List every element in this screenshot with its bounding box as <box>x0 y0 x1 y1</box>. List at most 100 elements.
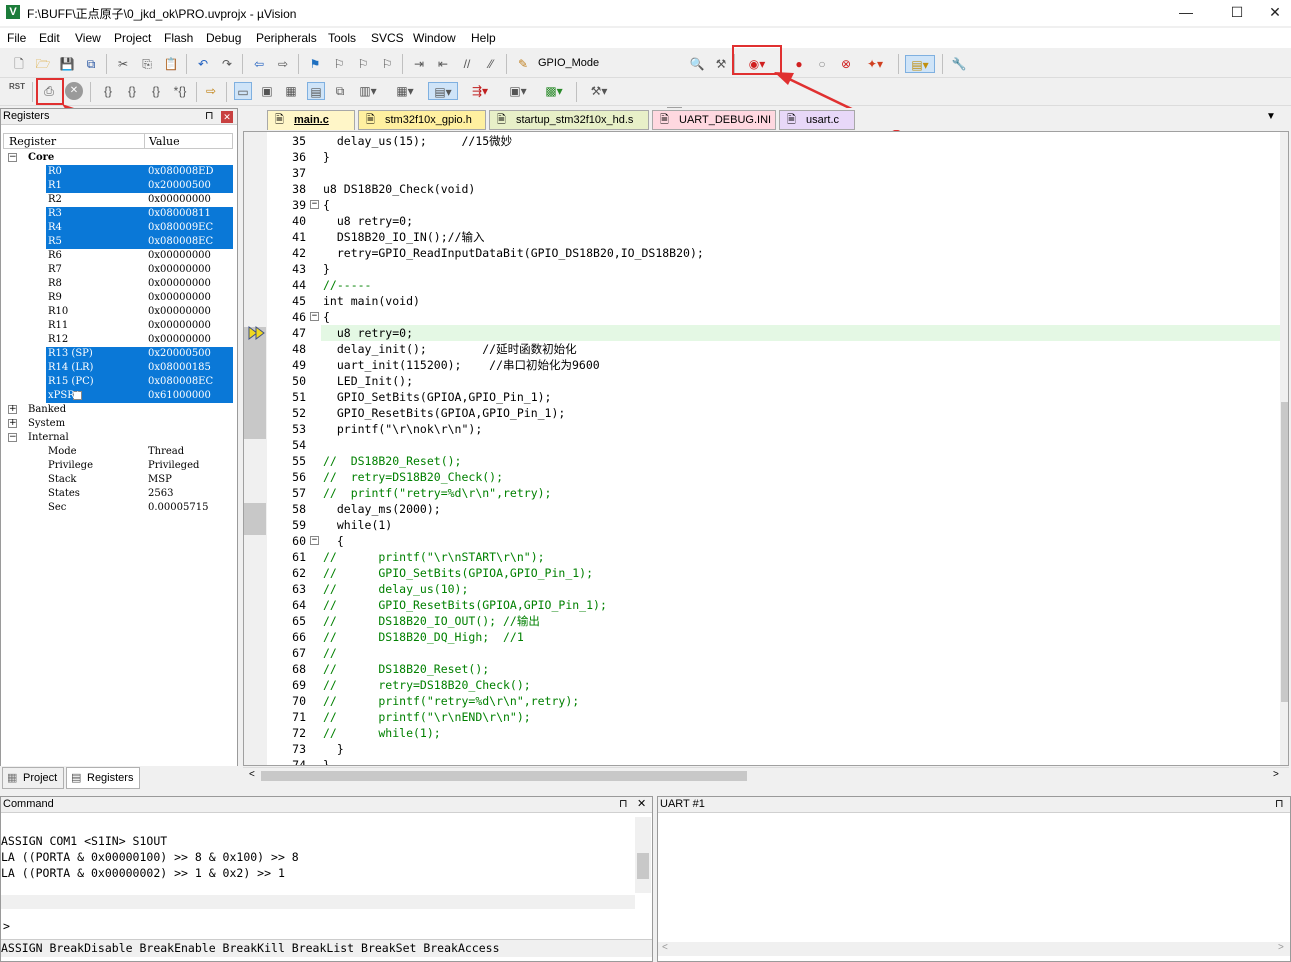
code-line[interactable]: 59 while(1) <box>244 517 1284 533</box>
code-line[interactable]: 53 printf("\r\nok\r\n"); <box>244 421 1284 437</box>
code-line[interactable]: 41 DS18B20_IO_IN();//输入 <box>244 229 1284 245</box>
register-row[interactable]: R9 0x00000000 <box>1 291 235 305</box>
register-value[interactable]: 2563 <box>148 487 173 501</box>
group-core[interactable]: − Core <box>1 151 235 165</box>
register-value[interactable]: 0x20000500 <box>148 179 211 193</box>
register-value[interactable]: 0x61000000 <box>148 389 211 403</box>
command-pin-icon[interactable]: ⊓ <box>619 797 628 812</box>
editor-tab[interactable]: 🗎 startup_stm32f10x_hd.s <box>489 110 649 130</box>
code-line[interactable]: 73 } <box>244 741 1284 757</box>
editor-vscroll[interactable] <box>1280 132 1288 765</box>
code-line[interactable]: 45 int main(void) <box>244 293 1284 309</box>
register-value[interactable]: 0x00000000 <box>148 291 211 305</box>
register-value[interactable]: 0x00000000 <box>148 249 211 263</box>
code-line[interactable]: 43} <box>244 261 1284 277</box>
register-row[interactable]: R5 0x080008EC <box>46 235 233 249</box>
code-line[interactable]: 66 // DS18B20_DQ_High; //1 <box>244 629 1284 645</box>
group-internal[interactable]: − Internal <box>1 431 235 445</box>
internal-row[interactable]: Privilege Privileged <box>1 459 235 473</box>
code-line[interactable]: 40 u8 retry=0; <box>244 213 1284 229</box>
register-value[interactable]: 0.00005715 <box>148 501 208 515</box>
code-line[interactable]: 62 // GPIO_SetBits(GPIOA,GPIO_Pin_1); <box>244 565 1284 581</box>
register-row[interactable]: R1 0x20000500 <box>46 179 233 193</box>
register-row[interactable]: R12 0x00000000 <box>1 333 235 347</box>
code-line[interactable]: 65 // DS18B20_IO_OUT(); //输出 <box>244 613 1284 629</box>
code-line[interactable]: 49 uart_init(115200); //串口初始化为9600 <box>244 357 1284 373</box>
editor-tab[interactable]: 🗎 UART_DEBUG.INI <box>652 110 776 130</box>
editor-tab[interactable]: 🗎 main.c <box>267 110 355 130</box>
expand-icon[interactable]: + <box>8 419 17 428</box>
code-line[interactable]: 70 // printf("retry=%d\r\n",retry); <box>244 693 1284 709</box>
fold-icon[interactable]: − <box>310 312 319 321</box>
register-value[interactable]: Thread <box>148 445 184 459</box>
register-row[interactable]: R14 (LR) 0x08000185 <box>46 361 233 375</box>
code-line[interactable]: 61 // printf("\r\nSTART\r\n"); <box>244 549 1284 565</box>
code-line[interactable]: 52 GPIO_ResetBits(GPIOA,GPIO_Pin_1); <box>244 405 1284 421</box>
register-value[interactable]: 0x20000500 <box>148 347 211 361</box>
command-vscroll[interactable] <box>635 817 651 893</box>
register-row[interactable]: R13 (SP) 0x20000500 <box>46 347 233 361</box>
tab-project[interactable]: Project ▦ <box>2 767 64 789</box>
code-line[interactable]: 56 // retry=DS18B20_Check(); <box>244 469 1284 485</box>
register-row[interactable]: R8 0x00000000 <box>1 277 235 291</box>
editor-hscroll[interactable]: < > <box>243 767 1289 784</box>
code-line[interactable]: 55 // DS18B20_Reset(); <box>244 453 1284 469</box>
editor-tab[interactable]: 🗎 stm32f10x_gpio.h <box>358 110 486 130</box>
register-value[interactable]: 0x08000811 <box>148 207 211 221</box>
register-row[interactable]: R11 0x00000000 <box>1 319 235 333</box>
register-value[interactable]: Privileged <box>148 459 199 473</box>
register-value[interactable]: 0x00000000 <box>148 193 211 207</box>
code-line[interactable]: 48 delay_init(); //延时函数初始化 <box>244 341 1284 357</box>
collapse-icon[interactable]: − <box>8 153 17 162</box>
register-row[interactable]: R6 0x00000000 <box>1 249 235 263</box>
code-line[interactable]: 46−{ <box>244 309 1284 325</box>
code-line[interactable]: 74} <box>244 757 1284 765</box>
code-line[interactable]: 58 delay_ms(2000); <box>244 501 1284 517</box>
register-value[interactable]: 0x00000000 <box>148 333 211 347</box>
command-input[interactable] <box>15 917 631 933</box>
code-line[interactable]: 68 // DS18B20_Reset(); <box>244 661 1284 677</box>
code-line[interactable]: 63 // delay_us(10); <box>244 581 1284 597</box>
code-line[interactable]: 67 // <box>244 645 1284 661</box>
register-value[interactable]: 0x08000185 <box>148 361 211 375</box>
uart-output[interactable] <box>662 817 1288 939</box>
fold-icon[interactable]: − <box>310 200 319 209</box>
register-value[interactable]: 0x080008EC <box>148 375 213 389</box>
register-row[interactable]: R3 0x08000811 <box>46 207 233 221</box>
code-line[interactable]: 51 GPIO_SetBits(GPIOA,GPIO_Pin_1); <box>244 389 1284 405</box>
panel-close-icon[interactable]: ✕ <box>221 111 233 123</box>
register-row[interactable]: R7 0x00000000 <box>1 263 235 277</box>
register-row[interactable]: R2 0x00000000 <box>1 193 235 207</box>
code-line[interactable]: 60− { <box>244 533 1284 549</box>
register-value[interactable]: 0x080008EC <box>148 235 213 249</box>
register-row[interactable]: R15 (PC) 0x080008EC <box>46 375 233 389</box>
pin-icon[interactable]: ⊓ <box>205 109 214 124</box>
fold-icon[interactable]: − <box>310 536 319 545</box>
group-banked[interactable]: + Banked <box>1 403 235 417</box>
register-row[interactable]: R4 0x080009EC <box>46 221 233 235</box>
code-line[interactable]: 50 LED_Init(); <box>244 373 1284 389</box>
code-line[interactable]: 69 // retry=DS18B20_Check(); <box>244 677 1284 693</box>
uart-pin-icon[interactable]: ⊓ <box>1275 797 1284 812</box>
code-editor[interactable]: 35 delay_us(15); //15微妙 36} 37 38 u8 DS18B20… <box>243 131 1289 766</box>
code-line[interactable]: 44 //----- <box>244 277 1284 293</box>
code-line[interactable]: 72 // while(1); <box>244 725 1284 741</box>
internal-row[interactable]: States 2563 <box>1 487 235 501</box>
internal-row[interactable]: Mode Thread <box>1 445 235 459</box>
register-value[interactable]: 0x00000000 <box>148 263 211 277</box>
code-line[interactable]: 57 // printf("retry=%d\r\n",retry); <box>244 485 1284 501</box>
code-line[interactable]: 36} <box>244 149 1284 165</box>
expand-icon[interactable]: + <box>8 405 17 414</box>
register-value[interactable]: 0x080008ED <box>148 165 214 179</box>
code-line[interactable]: 42 retry=GPIO_ReadInputDataBit(GPIO_DS18… <box>244 245 1284 261</box>
code-line[interactable]: 37 <box>244 165 1284 181</box>
register-value[interactable]: 0x00000000 <box>148 319 211 333</box>
command-hscroll[interactable] <box>1 895 635 909</box>
register-value[interactable]: MSP <box>148 473 172 487</box>
code-line[interactable]: 35 delay_us(15); //15微妙 <box>244 133 1284 149</box>
register-row[interactable]: R10 0x00000000 <box>1 305 235 319</box>
internal-row[interactable]: Sec 0.00005715 <box>1 501 235 515</box>
register-value[interactable]: 0x00000000 <box>148 305 211 319</box>
register-row[interactable]: + xPSR 0x61000000 <box>46 389 233 403</box>
code-line[interactable]: 71 // printf("\r\nEND\r\n"); <box>244 709 1284 725</box>
